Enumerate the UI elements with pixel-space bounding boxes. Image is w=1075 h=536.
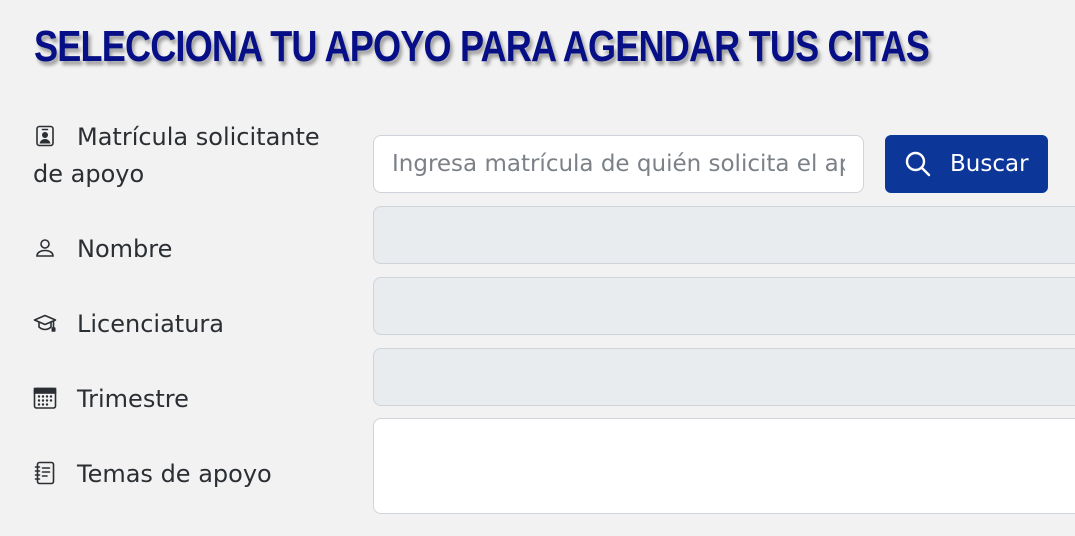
temas-textarea[interactable] [373,418,1075,514]
trimestre-label: Trimestre [77,385,189,413]
matricula-search-input[interactable] [373,135,864,193]
buscar-button-label: Buscar [950,151,1029,177]
person-icon [33,236,57,260]
buscar-button[interactable]: Buscar [885,135,1048,193]
calendar-icon [33,386,57,410]
mortarboard-icon [33,311,57,335]
trimestre-label-row: Trimestre [33,381,189,418]
journal-text-icon [33,461,57,485]
nombre-field [373,206,1075,264]
person-badge-icon [33,124,57,148]
temas-label: Temas de apoyo [77,460,272,488]
licenciatura-field [373,277,1075,335]
matricula-label: Matrícula solicitante de apoyo [33,123,320,188]
temas-label-row: Temas de apoyo [33,456,272,493]
appointment-support-page: SELECCIONA TU APOYO PARA AGENDAR TUS CIT… [0,0,1075,536]
trimestre-field [373,348,1075,406]
search-icon [904,150,932,178]
licenciatura-label-row: Licenciatura [33,306,224,343]
nombre-label-row: Nombre [33,231,172,268]
licenciatura-label: Licenciatura [77,310,224,338]
nombre-label: Nombre [77,235,173,263]
page-title: SELECCIONA TU APOYO PARA AGENDAR TUS CIT… [34,22,930,71]
matricula-label-row: Matrícula solicitante de apoyo [33,119,333,193]
